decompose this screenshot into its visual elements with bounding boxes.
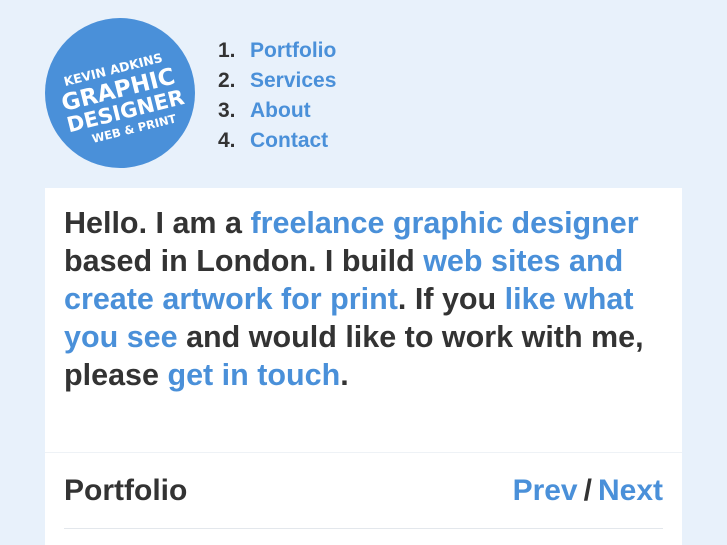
- page: KEVIN ADKINS GRAPHIC DESIGNER WEB & PRIN…: [0, 0, 727, 545]
- nav-link-services[interactable]: Services: [250, 69, 336, 92]
- nav-link-portfolio[interactable]: Portfolio: [250, 39, 336, 62]
- nav-number: 1.: [218, 39, 236, 62]
- intro-text: based in London. I build: [64, 244, 424, 278]
- prev-link[interactable]: Prev: [513, 474, 578, 507]
- nav-item-portfolio: 1. Portfolio: [218, 37, 336, 67]
- content-card: Hello. I am a freelance graphic designer…: [45, 188, 682, 545]
- get-in-touch-link[interactable]: get in touch: [167, 358, 340, 392]
- nav-item-contact: 4. Contact: [218, 127, 336, 157]
- portfolio-heading: Portfolio: [64, 474, 188, 507]
- intro-text: .: [340, 358, 349, 392]
- intro-text: Hello. I am a: [64, 206, 251, 240]
- intro-text: . If you: [397, 282, 505, 316]
- pager-separator: /: [583, 474, 592, 507]
- section-divider: [45, 452, 682, 453]
- nav-item-services: 2. Services: [218, 67, 336, 97]
- site-logo[interactable]: KEVIN ADKINS GRAPHIC DESIGNER WEB & PRIN…: [45, 18, 195, 168]
- nav-number: 3.: [218, 99, 236, 122]
- next-link[interactable]: Next: [598, 474, 663, 507]
- nav-link-about[interactable]: About: [250, 99, 311, 122]
- nav-number: 2.: [218, 69, 236, 92]
- intro-paragraph: Hello. I am a freelance graphic designer…: [64, 204, 664, 394]
- nav-link-contact[interactable]: Contact: [250, 129, 328, 152]
- portfolio-divider: [64, 528, 663, 529]
- logo-graphic: KEVIN ADKINS GRAPHIC DESIGNER WEB & PRIN…: [59, 50, 187, 146]
- portfolio-pager: Prev / Next: [513, 471, 663, 511]
- nav-item-about: 3. About: [218, 97, 336, 127]
- freelance-graphic-designer-link[interactable]: freelance graphic designer: [250, 206, 638, 240]
- main-nav: 1. Portfolio 2. Services 3. About 4. Contact: [218, 37, 336, 157]
- nav-number: 4.: [218, 129, 236, 152]
